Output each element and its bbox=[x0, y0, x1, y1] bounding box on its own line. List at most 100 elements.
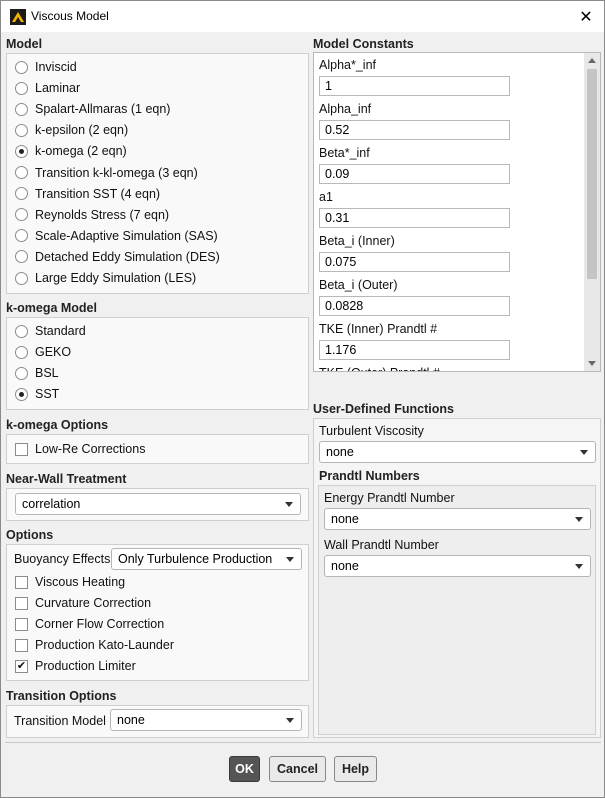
radio-button[interactable] bbox=[15, 250, 28, 264]
radio-button[interactable] bbox=[15, 144, 28, 158]
checkbox-box[interactable] bbox=[15, 575, 28, 589]
radio-button[interactable] bbox=[15, 102, 28, 116]
scroll-up-icon[interactable] bbox=[588, 58, 596, 63]
production-limiter-checkbox[interactable]: ✔ Production Limiter bbox=[15, 657, 136, 675]
constant-label: Alpha_inf bbox=[319, 102, 372, 116]
constant-input[interactable]: 1.176 bbox=[319, 340, 510, 360]
udf-group: Turbulent Viscosity none Prandtl Numbers… bbox=[313, 418, 601, 738]
checkbox-box[interactable]: ✔ bbox=[15, 659, 28, 673]
constant-input[interactable]: 0.31 bbox=[319, 208, 510, 228]
radio-button[interactable] bbox=[15, 271, 28, 285]
turbulent-viscosity-label: Turbulent Viscosity bbox=[319, 424, 424, 438]
production-kato-launder-checkbox[interactable]: Production Kato-Launder bbox=[15, 636, 174, 654]
options-title: Options bbox=[6, 528, 54, 542]
model-option-label: Inviscid bbox=[35, 60, 77, 74]
scroll-down-icon[interactable] bbox=[588, 361, 596, 366]
transition-model-dropdown[interactable]: none bbox=[110, 709, 302, 731]
constant-input[interactable]: 0.0828 bbox=[319, 296, 510, 316]
corner-flow-correction-label: Corner Flow Correction bbox=[35, 617, 165, 631]
komega-option-bsl[interactable]: BSL bbox=[15, 364, 59, 382]
window-title: Viscous Model bbox=[31, 9, 109, 23]
wall-prandtl-dropdown[interactable]: none bbox=[324, 555, 591, 577]
komega-option-standard[interactable]: Standard bbox=[15, 322, 86, 340]
komega-model-title: k-omega Model bbox=[6, 301, 97, 315]
model-option-transition-sst-4-eqn[interactable]: Transition SST (4 eqn) bbox=[15, 185, 160, 203]
model-option-inviscid[interactable]: Inviscid bbox=[15, 58, 77, 76]
constant-input[interactable]: 0.52 bbox=[319, 120, 510, 140]
constant-label: a1 bbox=[319, 190, 333, 204]
checkbox-box[interactable] bbox=[15, 442, 28, 456]
model-group: Inviscid Laminar Spalart-Allmaras (1 eqn) k… bbox=[6, 53, 309, 294]
radio-button[interactable] bbox=[15, 60, 28, 74]
radio-button[interactable] bbox=[15, 324, 28, 338]
close-icon[interactable]: ✕ bbox=[576, 7, 596, 27]
model-title: Model bbox=[6, 37, 43, 51]
wall-prandtl-value: none bbox=[331, 559, 359, 573]
chevron-down-icon bbox=[580, 450, 588, 455]
energy-prandtl-dropdown[interactable]: none bbox=[324, 508, 591, 530]
help-button[interactable]: Help bbox=[334, 756, 377, 782]
komega-options-group: Low-Re Corrections bbox=[6, 434, 309, 464]
constant-label: TKE (Inner) Prandtl # bbox=[319, 322, 438, 336]
model-option-scale-adaptive-simulation-sas[interactable]: Scale-Adaptive Simulation (SAS) bbox=[15, 227, 218, 245]
model-constants-list: TKE (Outer) Prandtl # 1.176 TKE (Inner) Pr… bbox=[313, 52, 601, 372]
buoyancy-effects-label: Buoyancy Effects bbox=[14, 552, 111, 566]
prandtl-numbers-title: Prandtl Numbers bbox=[319, 469, 420, 483]
scrollbar-thumb[interactable] bbox=[587, 69, 597, 279]
model-option-k-omega-2-eqn[interactable]: k-omega (2 eqn) bbox=[15, 142, 127, 160]
near-wall-dropdown[interactable]: correlation bbox=[15, 493, 301, 515]
model-option-reynolds-stress-7-eqn[interactable]: Reynolds Stress (7 eqn) bbox=[15, 206, 169, 224]
corner-flow-correction-checkbox[interactable]: Corner Flow Correction bbox=[15, 615, 164, 633]
komega-option-label: GEKO bbox=[35, 345, 72, 359]
constant-label: Beta*_inf bbox=[319, 146, 370, 160]
scrollbar[interactable] bbox=[584, 53, 600, 371]
app-icon bbox=[10, 9, 26, 25]
viscous-heating-checkbox[interactable]: Viscous Heating bbox=[15, 573, 125, 591]
transition-model-label: Transition Model bbox=[14, 714, 106, 728]
radio-button[interactable] bbox=[15, 229, 28, 243]
model-option-label: Reynolds Stress (7 eqn) bbox=[35, 207, 170, 222]
near-wall-value: correlation bbox=[22, 497, 81, 511]
wall-prandtl-label: Wall Prandtl Number bbox=[324, 538, 439, 552]
low-re-corrections-label: Low-Re Corrections bbox=[35, 442, 146, 456]
curvature-correction-checkbox[interactable]: Curvature Correction bbox=[15, 594, 151, 612]
transition-options-group: Transition Model none bbox=[6, 705, 309, 738]
constant-input[interactable]: 0.09 bbox=[319, 164, 510, 184]
low-re-corrections-checkbox[interactable]: Low-Re Corrections bbox=[15, 440, 145, 458]
radio-button[interactable] bbox=[15, 208, 28, 222]
buoyancy-effects-dropdown[interactable]: Only Turbulence Production bbox=[111, 548, 302, 570]
radio-button[interactable] bbox=[15, 387, 28, 401]
prandtl-numbers-group: Energy Prandtl Number none Wall Prandtl … bbox=[318, 485, 596, 735]
komega-model-group: Standard GEKO BSL SST bbox=[6, 317, 309, 410]
checkbox-box[interactable] bbox=[15, 638, 28, 652]
model-option-large-eddy-simulation-les[interactable]: Large Eddy Simulation (LES) bbox=[15, 269, 196, 287]
model-option-k-epsilon-2-eqn[interactable]: k-epsilon (2 eqn) bbox=[15, 121, 128, 139]
komega-option-label: BSL bbox=[35, 366, 59, 380]
cancel-button[interactable]: Cancel bbox=[269, 756, 326, 782]
radio-button[interactable] bbox=[15, 187, 28, 201]
model-option-laminar[interactable]: Laminar bbox=[15, 79, 80, 97]
constant-input[interactable]: 1 bbox=[319, 76, 510, 96]
transition-model-value: none bbox=[117, 713, 145, 727]
komega-option-geko[interactable]: GEKO bbox=[15, 343, 71, 361]
checkbox-box[interactable] bbox=[15, 596, 28, 610]
checkbox-box[interactable] bbox=[15, 617, 28, 631]
radio-button[interactable] bbox=[15, 81, 28, 95]
model-option-transition-k-kl-omega-3-eqn[interactable]: Transition k-kl-omega (3 eqn) bbox=[15, 164, 198, 182]
radio-button[interactable] bbox=[15, 366, 28, 380]
model-option-spalart-allmaras-1-eqn[interactable]: Spalart-Allmaras (1 eqn) bbox=[15, 100, 170, 118]
radio-button[interactable] bbox=[15, 345, 28, 359]
radio-button[interactable] bbox=[15, 166, 28, 179]
ok-button[interactable]: OK bbox=[229, 756, 260, 782]
model-option-label: Detached Eddy Simulation (DES) bbox=[35, 249, 220, 264]
constant-label: TKE (Outer) Prandtl # bbox=[319, 366, 440, 371]
production-limiter-label: Production Limiter bbox=[35, 659, 136, 673]
komega-option-sst[interactable]: SST bbox=[15, 385, 59, 403]
divider bbox=[5, 742, 601, 743]
chevron-down-icon bbox=[286, 557, 294, 562]
turbulent-viscosity-dropdown[interactable]: none bbox=[319, 441, 596, 463]
komega-options-title: k-omega Options bbox=[6, 418, 109, 432]
radio-button[interactable] bbox=[15, 123, 28, 137]
constant-input[interactable]: 0.075 bbox=[319, 252, 510, 272]
model-option-detached-eddy-simulation-des[interactable]: Detached Eddy Simulation (DES) bbox=[15, 248, 220, 266]
